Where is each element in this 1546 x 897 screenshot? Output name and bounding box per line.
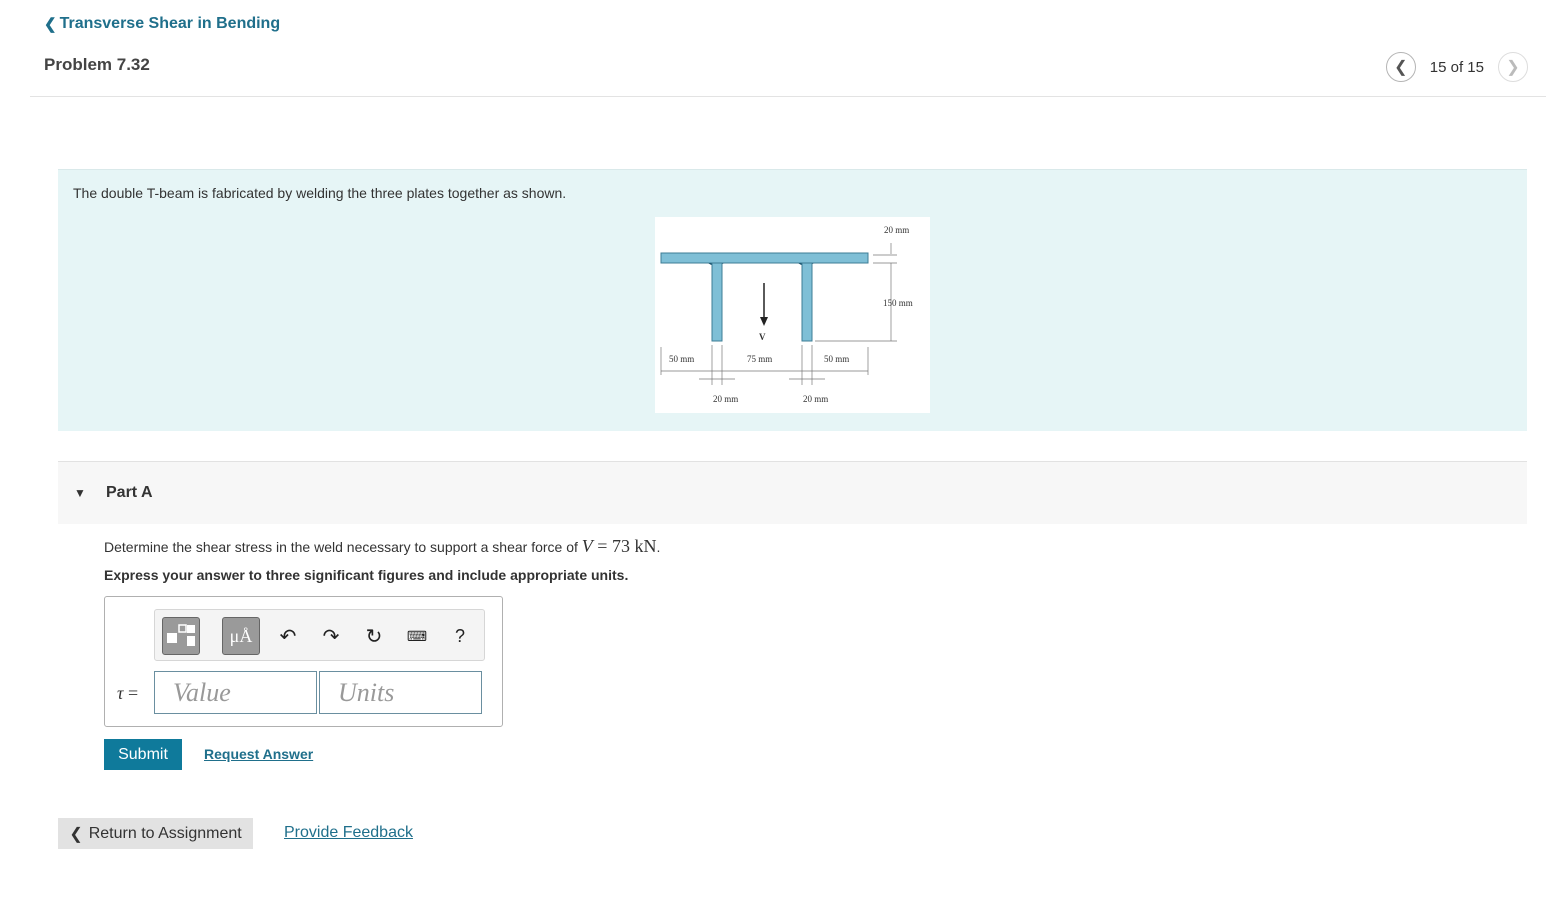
math-toolbar: μÅ ↶ ↷ ↻ ⌨ ?	[154, 609, 485, 661]
dim-mid-label: 75 mm	[747, 354, 772, 364]
templates-button[interactable]	[162, 617, 200, 655]
answer-entry-box: μÅ ↶ ↷ ↻ ⌨ ? τ =	[104, 596, 503, 727]
arrow-head	[760, 317, 768, 326]
chevron-left-icon: ❮	[69, 825, 83, 843]
dim-right-bottom-label: 50 mm	[824, 354, 849, 364]
answer-instruction: Express your answer to three significant…	[104, 567, 629, 583]
reset-icon[interactable]: ↻	[361, 623, 387, 649]
chevron-left-icon: ❮	[44, 16, 57, 33]
return-to-assignment-button[interactable]: ❮ Return to Assignment	[58, 818, 253, 849]
left-web-plate	[711, 262, 723, 342]
templates-icon	[167, 624, 195, 646]
equals-sign: =	[123, 683, 139, 703]
redo-icon[interactable]: ↷	[318, 623, 344, 649]
part-question: Determine the shear stress in the weld n…	[104, 536, 660, 557]
chevron-left-icon: ❮	[1394, 59, 1408, 76]
tau-label: τ =	[117, 683, 138, 704]
question-math: V = 73 kN	[582, 536, 657, 556]
undo-icon[interactable]: ↶	[275, 623, 301, 649]
dim-web-left-label: 20 mm	[713, 394, 738, 404]
header-divider	[30, 96, 1546, 97]
part-a-header[interactable]: ▼ Part A	[58, 461, 1527, 524]
dim-left-label: 50 mm	[669, 354, 694, 364]
back-to-topic-link[interactable]: ❮ Transverse Shear in Bending	[44, 15, 280, 33]
chevron-right-icon: ❯	[1506, 59, 1520, 76]
problem-statement: The double T-beam is fabricated by weldi…	[73, 185, 567, 201]
beam-diagram: V 20 mm 150 mm 50 mm 75 mm 50 mm 20 mm 2…	[660, 225, 913, 404]
value-input[interactable]	[154, 671, 317, 714]
request-answer-link[interactable]: Request Answer	[204, 746, 313, 762]
right-web-plate	[801, 262, 813, 342]
question-suffix: .	[656, 539, 661, 555]
next-problem-button[interactable]: ❯	[1498, 52, 1528, 82]
submit-button[interactable]: Submit	[104, 739, 182, 770]
force-label: V	[759, 332, 766, 342]
part-label: Part A	[106, 484, 153, 501]
problem-pager: ❮ 15 of 15 ❯	[1385, 52, 1528, 82]
pager-text: 15 of 15	[1429, 58, 1484, 76]
problem-title: Problem 7.32	[44, 55, 150, 74]
problem-statement-panel: The double T-beam is fabricated by weldi…	[58, 169, 1527, 431]
caret-down-icon: ▼	[74, 486, 86, 500]
dim-top-label: 20 mm	[884, 225, 909, 235]
keyboard-icon[interactable]: ⌨	[404, 623, 430, 649]
back-link-label: Transverse Shear in Bending	[59, 15, 281, 32]
question-text: Determine the shear stress in the weld n…	[104, 539, 582, 555]
dim-web-right-label: 20 mm	[803, 394, 828, 404]
question-value: = 73 kN	[592, 536, 657, 556]
units-input[interactable]	[319, 671, 482, 714]
dim-right-label: 150 mm	[883, 298, 913, 308]
double-t-beam-figure: V 20 mm 150 mm 50 mm 75 mm 50 mm 20 mm 2…	[655, 217, 930, 413]
question-variable: V	[581, 536, 593, 556]
help-button[interactable]: ?	[447, 623, 473, 649]
provide-feedback-link[interactable]: Provide Feedback	[284, 824, 413, 842]
top-flange-plate	[660, 252, 869, 264]
previous-problem-button[interactable]: ❮	[1385, 52, 1416, 82]
units-button[interactable]: μÅ	[222, 617, 260, 655]
return-label: Return to Assignment	[88, 824, 242, 842]
